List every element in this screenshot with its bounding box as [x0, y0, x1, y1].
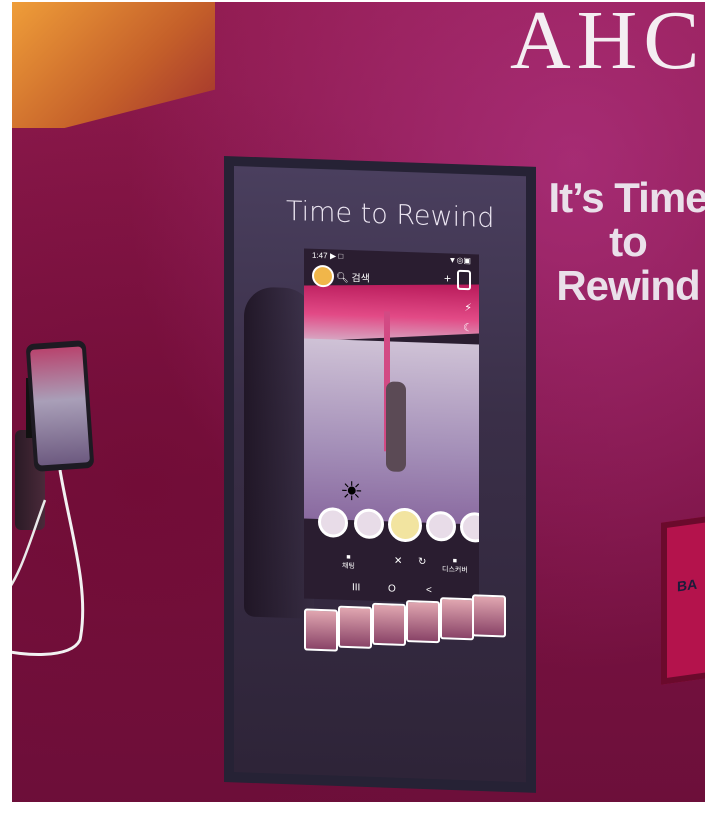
camera-feed-person	[386, 381, 406, 473]
nav-recents-button[interactable]: III	[352, 582, 360, 593]
lens-carousel	[304, 506, 479, 552]
add-friend-icon[interactable]: +	[444, 271, 451, 285]
search-button[interactable]: 🔍︎ 검색	[336, 269, 370, 285]
slogan-line-1: It’s Time	[548, 174, 708, 221]
lens-option[interactable]	[460, 511, 479, 543]
lens-option[interactable]	[318, 506, 348, 538]
flash-icon[interactable]: ⚡︎	[463, 298, 473, 318]
photo-thumbnail[interactable]	[472, 594, 506, 638]
flip-lens-icon[interactable]: ↻	[418, 556, 426, 567]
chat-label: 채팅	[342, 562, 355, 571]
mirror-title: Time to Rewind	[286, 195, 495, 235]
slogan-line-3: Rewind	[556, 262, 700, 310]
nav-home-button[interactable]: O	[388, 583, 396, 594]
mirror-display: Time to Rewind 1:47 ▶ □ ▼◎▣ 🔍︎ 검색 + ⚡︎ ☾…	[234, 166, 526, 783]
side-sign-text: BA	[677, 575, 698, 595]
close-lens-icon[interactable]: ✕	[394, 556, 402, 567]
wall-slogan: It’s Time to Rewind	[548, 174, 708, 310]
discover-label: 디스커버	[442, 566, 468, 575]
slogan-line-2: to	[609, 218, 648, 266]
sun-lens-effect-icon: ☀︎	[340, 475, 364, 507]
ahc-logo-text: AHC	[510, 0, 706, 87]
discover-button[interactable]: ■ 디스커버	[442, 557, 468, 575]
lens-option[interactable]	[426, 510, 456, 542]
search-label: 검색	[351, 273, 370, 285]
camera-tools: ⚡︎ ☾	[463, 298, 473, 338]
photo-thumbnail[interactable]	[338, 605, 372, 649]
photo-thumbnail[interactable]	[304, 608, 338, 652]
camera-bottom-bar: ■ 채팅 ✕ ↻ ■ 디스커버	[304, 550, 479, 578]
side-sign-card: BA	[661, 511, 717, 685]
lens-option[interactable]	[354, 508, 384, 540]
chat-button[interactable]: ■ 채팅	[342, 554, 355, 571]
nav-back-button[interactable]: <	[426, 585, 432, 596]
status-time: 1:47	[312, 250, 328, 261]
phone-screen	[30, 346, 90, 466]
mounted-phone	[25, 340, 95, 472]
flip-camera-icon[interactable]	[457, 269, 471, 291]
app-screen: 1:47 ▶ □ ▼◎▣ 🔍︎ 검색 + ⚡︎ ☾ ☀︎ ■ 채팅 ✕ ↻ ■ …	[304, 248, 479, 605]
photo-thumbnail-strip	[304, 594, 506, 675]
status-system-icons: ▼◎▣	[448, 255, 471, 266]
charging-cable	[0, 470, 85, 656]
search-icon: 🔍︎	[336, 272, 349, 285]
photo-thumbnail[interactable]	[440, 597, 474, 641]
profile-avatar[interactable]	[312, 264, 334, 288]
photo-thumbnail[interactable]	[372, 602, 406, 647]
photo-thumbnail[interactable]	[406, 600, 440, 644]
status-icons: ▶ □	[330, 251, 344, 261]
capture-button[interactable]	[388, 507, 422, 543]
night-mode-icon[interactable]: ☾	[463, 318, 473, 338]
